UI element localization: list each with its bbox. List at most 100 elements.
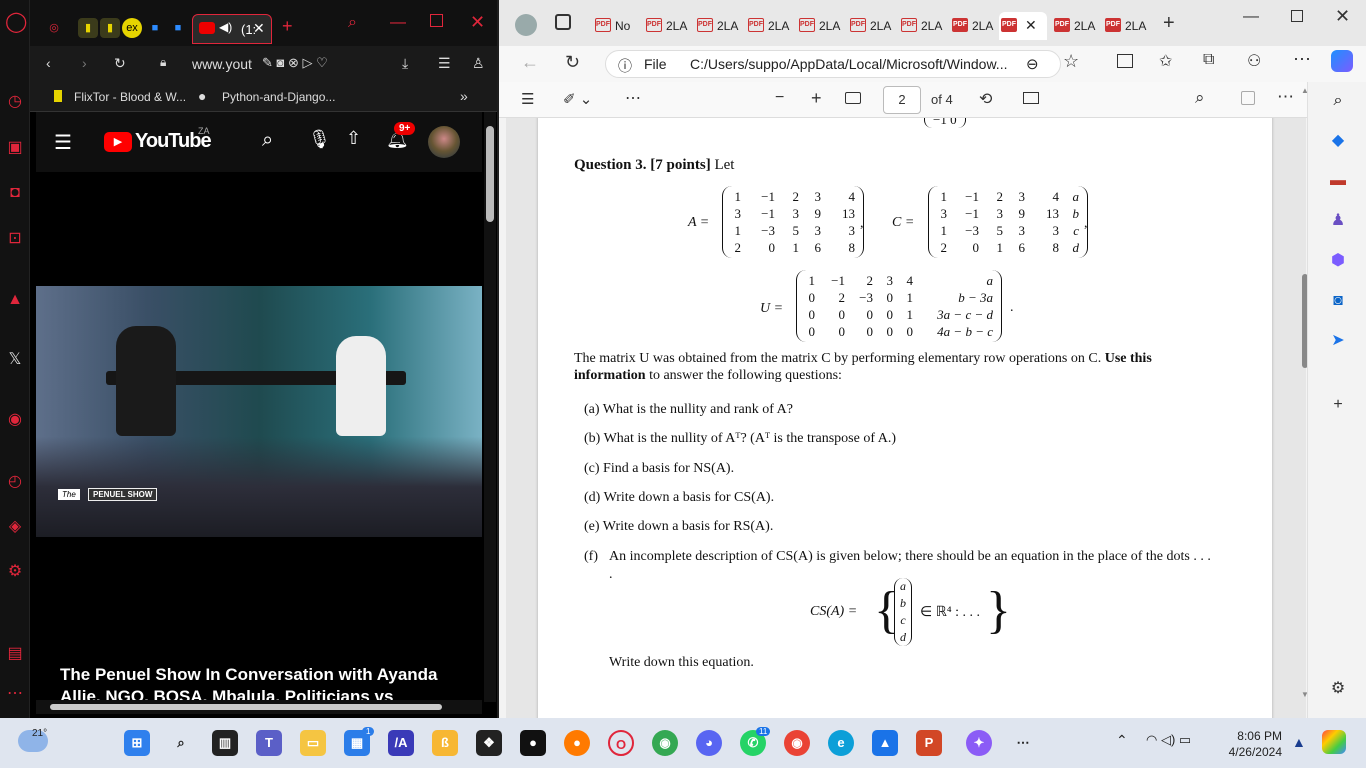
speaker-icon[interactable]: ◀) [219, 20, 232, 34]
profile-icon[interactable]: ♙ [472, 55, 485, 72]
search-icon[interactable]: ⌕ [168, 730, 194, 756]
close-tab-icon[interactable]: ✕ [1025, 17, 1037, 34]
forward-icon[interactable]: › [82, 55, 87, 71]
more-tools-icon[interactable]: ⋯ [625, 88, 641, 108]
discord-icon[interactable]: ◕ [696, 730, 722, 756]
task-view-icon[interactable]: ▥ [212, 730, 238, 756]
history-icon[interactable]: ◴ [5, 472, 25, 492]
extension-icon[interactable]: ⊡ [5, 229, 25, 249]
more-icon[interactable]: ⋯ [1293, 49, 1311, 70]
tab-pdf[interactable]: PDF 2LA [797, 12, 840, 40]
tab-pdf[interactable]: PDF No [593, 12, 630, 40]
b-app-icon[interactable]: ß [432, 730, 458, 756]
new-tab-icon[interactable]: + [1163, 12, 1175, 35]
tab-pdf[interactable]: PDF 2LA [848, 12, 891, 40]
youtube-tab[interactable]: ◀) (1: ✕ [192, 14, 272, 44]
maximize-icon[interactable] [430, 14, 443, 27]
firefox-icon[interactable]: ● [564, 730, 590, 756]
page-view-icon[interactable] [1023, 92, 1039, 104]
vertical-scrollbar[interactable] [484, 112, 496, 702]
zoom-out-icon[interactable]: − [775, 89, 784, 107]
send-icon[interactable]: ➤ [1327, 330, 1349, 352]
split-screen-icon[interactable] [1117, 54, 1133, 68]
cube-icon[interactable]: ◈ [5, 517, 25, 537]
video-title[interactable]: The Penuel Show In Conversation with Aya… [60, 664, 480, 704]
settings-icon[interactable]: ⚙ [5, 562, 25, 582]
chevron-up-icon[interactable]: ⌃ [1116, 732, 1128, 749]
games-icon[interactable]: ⬢ [1327, 250, 1349, 272]
zoom-tab-icon[interactable]: ■ [145, 18, 165, 38]
vscode-icon[interactable]: /A [388, 730, 414, 756]
url-text[interactable]: www.yout [192, 56, 252, 72]
clock-time[interactable]: 8:06 PM [1226, 729, 1282, 743]
avatar[interactable] [428, 126, 460, 158]
tab-pdf[interactable]: PDF 2LA [695, 12, 738, 40]
extensions-icon[interactable]: ⚇ [1247, 51, 1261, 71]
search-icon[interactable]: ⌕ [1195, 88, 1205, 108]
collections-icon[interactable]: ⧉ [1203, 51, 1214, 69]
highlight-icon[interactable]: ✐ ⌄ [563, 90, 592, 108]
network-volume-battery-icon[interactable]: ◠ ◁) ▭ [1146, 732, 1191, 748]
zoom-in-icon[interactable]: + [811, 88, 822, 109]
zoom-icon[interactable]: ⊖ [1026, 55, 1039, 73]
url-box[interactable]: ⓘ File C:/Users/suppo/AppData/Local/Micr… [605, 50, 1061, 78]
edge-icon[interactable]: e [828, 730, 854, 756]
fit-page-icon[interactable] [845, 92, 861, 104]
teams-icon[interactable]: T [256, 730, 282, 756]
people-icon[interactable]: ♟ [1327, 210, 1349, 232]
favorite-icon[interactable]: ☆ [1063, 51, 1079, 72]
speed-dial-icon[interactable]: ◷ [5, 92, 25, 112]
tab-actions-icon[interactable] [555, 14, 571, 30]
back-icon[interactable]: ‹ [46, 55, 51, 71]
youtube-logo-icon[interactable]: ▶ [104, 132, 132, 152]
easy-setup-icon[interactable]: ☰ [438, 55, 451, 72]
profile-avatar[interactable] [515, 14, 537, 36]
favorites-icon[interactable]: ✩ [1159, 51, 1172, 71]
scroll-thumb[interactable] [486, 126, 494, 222]
tab-pdf[interactable]: PDF 2LA [644, 12, 687, 40]
more-bookmarks-icon[interactable]: » [460, 88, 468, 104]
close-window-icon[interactable]: ✕ [1335, 6, 1350, 27]
tab-pdf[interactable]: PDF 2LA [1103, 12, 1146, 40]
back-icon[interactable]: ← [521, 52, 539, 73]
reload-icon[interactable]: ↻ [565, 52, 580, 73]
gamepad-icon[interactable]: ◎ [44, 18, 64, 38]
player-icon[interactable]: ◉ [5, 410, 25, 430]
pinned-tab-icon[interactable]: ▮ [100, 18, 120, 38]
file-explorer-icon[interactable]: ▭ [300, 730, 326, 756]
opera-icon[interactable]: O [608, 730, 634, 756]
more-icon[interactable]: ⋯ [5, 684, 25, 704]
more-icon[interactable]: ⋯ [1277, 87, 1294, 107]
toolbox-icon[interactable]: ▬ [1327, 170, 1349, 192]
bookmark-flixtor[interactable]: FlixTor - Blood & W... [74, 90, 186, 104]
figma-icon[interactable]: ❖ [476, 730, 502, 756]
search-icon[interactable]: ⌕ [348, 14, 357, 32]
scroll-thumb[interactable] [50, 704, 442, 710]
clock-date[interactable]: 4/26/2024 [1222, 745, 1282, 759]
copilot-pre-icon[interactable] [1322, 730, 1346, 754]
pdf-viewport[interactable]: −1 0 Question 3. [7 points] Let A = 1 −1 2… [506, 118, 1306, 718]
tab-pdf-active[interactable]: PDF ✕ [999, 12, 1047, 40]
save-icon[interactable] [1241, 91, 1255, 105]
download-icon[interactable]: ⤓ [402, 55, 408, 72]
start-icon[interactable]: ⊞ [124, 730, 150, 756]
settings-icon[interactable]: ⚙ [1327, 678, 1349, 700]
info-icon[interactable]: ⓘ [618, 56, 632, 76]
page-number-input[interactable]: 2 [883, 86, 921, 114]
chrome-profile-icon[interactable]: ◉ [784, 730, 810, 756]
url-text[interactable]: C:/Users/suppo/AppData/Local/Microsoft/W… [690, 56, 1007, 72]
close-tab-icon[interactable]: ✕ [253, 20, 265, 37]
pinned-tab-icon[interactable]: ▮ [78, 18, 98, 38]
chrome-icon[interactable]: ◉ [652, 730, 678, 756]
aria-icon[interactable]: ▲ [5, 290, 25, 310]
close-window-icon[interactable]: ✕ [470, 12, 485, 33]
search-icon[interactable]: ⌕ [262, 129, 273, 152]
rotate-icon[interactable]: ⟲ [979, 89, 992, 109]
upload-icon[interactable]: ⇧ [346, 128, 361, 149]
more-apps-icon[interactable]: ⋯ [1010, 730, 1036, 756]
video-player[interactable]: The PENUEL SHOW [36, 286, 482, 537]
tab-pdf[interactable]: PDF 2LA [1052, 12, 1095, 40]
minimize-icon[interactable]: — [1243, 8, 1259, 26]
reload-icon[interactable]: ↻ [114, 55, 126, 72]
add-icon[interactable]: + [1327, 394, 1349, 416]
